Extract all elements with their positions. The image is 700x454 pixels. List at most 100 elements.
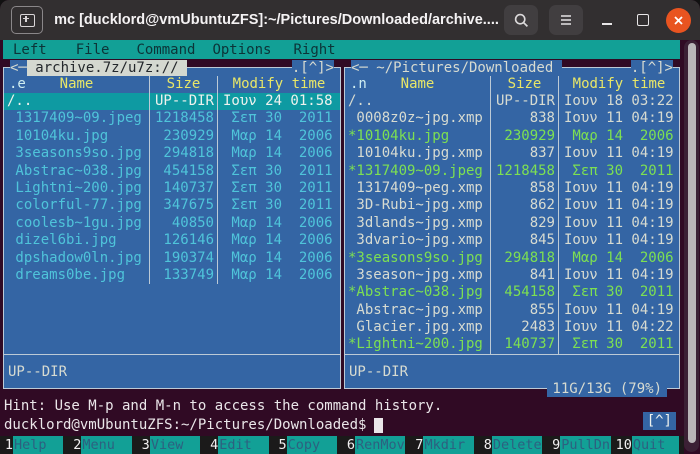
file-name: colorful-77.jpg xyxy=(7,197,142,214)
function-key-button[interactable]: 3 View xyxy=(137,436,205,454)
new-tab-button[interactable] xyxy=(11,6,43,34)
file-row[interactable]: 10104ku.jpg.xmp 837 Ιουν 11 04:19 xyxy=(345,145,679,163)
hamburger-menu-icon xyxy=(561,15,571,25)
minimize-button[interactable] xyxy=(594,7,620,33)
function-key-button[interactable]: 4 Edit xyxy=(205,436,273,454)
file-row[interactable]: 3dvario~jpg.xmp 845 Ιουν 11 04:19 xyxy=(345,232,679,250)
file-date: Ιουν 11 04:19 xyxy=(558,301,679,320)
free-space-indicator: 11G/13G (79%) xyxy=(547,380,667,397)
panel-left-arrow-icon[interactable]: <─ xyxy=(351,59,368,76)
function-key-button[interactable]: 1 Help xyxy=(0,436,68,454)
column-header-size[interactable]: Size xyxy=(490,76,558,93)
menu-item[interactable]: Options xyxy=(212,42,271,58)
file-row[interactable]: /.. UP--DIR Ιουν 24 01:58 xyxy=(4,93,340,111)
menu-item[interactable]: Command xyxy=(136,42,195,58)
file-row[interactable]: dpshadow0ln.jpg 190374 Μαρ 14 2006 xyxy=(4,249,340,267)
file-date: Σεπ 30 2011 xyxy=(217,162,340,180)
file-date: Σεπ 30 2011 xyxy=(217,179,340,198)
function-key-button[interactable]: 5 Copy xyxy=(274,436,342,454)
close-button[interactable] xyxy=(666,7,691,33)
file-row[interactable]: *10104ku.jpg 230929 Μαρ 14 2006 xyxy=(345,127,679,146)
function-key-number: 9 xyxy=(552,437,561,453)
file-size: 454158 xyxy=(490,284,558,302)
file-row[interactable]: Abstrac~jpg.xmp 855 Ιουν 11 04:19 xyxy=(345,301,679,320)
panel-left-arrow-icon[interactable]: <─ xyxy=(10,59,27,76)
file-row[interactable]: coolesb~1gu.jpg 40850 Μαρ 14 2006 xyxy=(4,214,340,233)
file-row[interactable]: /.. UP--DIR Ιουν 18 03:22 xyxy=(345,93,679,111)
file-date: Σεπ 30 2011 xyxy=(217,197,340,215)
file-row[interactable]: 10104ku.jpg 230929 Μαρ 14 2006 xyxy=(4,127,340,146)
file-row[interactable]: *Abstrac~038.jpg 454158 Σεπ 30 2011 xyxy=(345,284,679,302)
function-key-label: Copy xyxy=(286,436,338,454)
file-row[interactable]: Glacier.jpg.xmp 2483 Ιουν 11 04:22 xyxy=(345,319,679,337)
file-name: 3seasons9so.jpg xyxy=(7,145,142,162)
column-header-name[interactable]: .n Name xyxy=(345,76,490,93)
right-panel-path[interactable]: ~/Pictures/Downloaded xyxy=(367,59,562,76)
file-name: /.. xyxy=(348,93,374,109)
file-row[interactable]: 1317409~09.jpeg 1218458 Σεπ 30 2011 xyxy=(4,110,340,128)
file-row[interactable]: 3season~jpg.xmp 841 Ιουν 11 04:19 xyxy=(345,266,679,285)
scrollbar-thumb[interactable] xyxy=(687,43,696,443)
panel-up-control[interactable]: .[^]> xyxy=(291,59,334,76)
file-name: dizel6bi.jpg xyxy=(7,232,117,249)
file-size: 841 xyxy=(490,266,558,285)
app-menu-button[interactable] xyxy=(549,5,583,35)
function-key-button[interactable]: 7 Mkdir xyxy=(410,436,478,454)
file-name: *Lightni~200.jpg xyxy=(348,336,483,353)
new-tab-icon xyxy=(19,13,35,27)
left-panel-path[interactable]: archive.7z/u7z:// xyxy=(26,59,188,76)
file-date: Ιουν 18 03:22 xyxy=(558,93,679,111)
file-name: 3dlands~jpg.xmp xyxy=(348,214,483,231)
column-header-modify[interactable]: Modify time xyxy=(217,76,340,93)
menu-item[interactable]: File xyxy=(76,42,110,58)
file-date: Μαρ 14 2006 xyxy=(217,127,340,146)
function-key-number: 5 xyxy=(278,437,287,453)
column-header-size[interactable]: Size xyxy=(149,76,217,93)
file-row[interactable]: 0008z0z~jpg.xmp 838 Ιουν 11 04:19 xyxy=(345,110,679,128)
file-row[interactable]: 3D-Rubi~jpg.xmp 862 Ιουν 11 04:19 xyxy=(345,197,679,215)
command-line[interactable]: ducklord@vmUbuntuZFS:~/Pictures/Download… xyxy=(4,417,384,433)
search-button[interactable] xyxy=(504,5,538,35)
file-name: Abstrac~038.jpg xyxy=(7,162,142,179)
file-row[interactable]: *3seasons9so.jpg 294818 Μαρ 14 2006 xyxy=(345,249,679,267)
file-date: Μαρ 14 2006 xyxy=(217,145,340,163)
function-key-number: 7 xyxy=(415,437,424,453)
function-key-number: 8 xyxy=(483,437,492,453)
function-key-label: Menu xyxy=(81,436,132,454)
function-key-button[interactable]: 6 RenMov xyxy=(342,436,410,454)
file-row[interactable]: Lightni~200.jpg 140737 Σεπ 30 2011 xyxy=(4,179,340,198)
file-row[interactable]: 3dlands~jpg.xmp 829 Ιουν 11 04:19 xyxy=(345,214,679,233)
left-column-headers: .e Name Size Modify time xyxy=(4,76,340,93)
file-size: 454158 xyxy=(149,162,217,180)
panel-up-control[interactable]: .[^]> xyxy=(630,59,673,76)
function-key-button[interactable]: 10 Quit xyxy=(616,436,684,454)
text-cursor xyxy=(374,417,384,433)
column-header-modify[interactable]: Modify time xyxy=(558,76,679,93)
scrollbar[interactable] xyxy=(684,40,699,452)
file-row[interactable]: 3seasons9so.jpg 294818 Μαρ 14 2006 xyxy=(4,145,340,163)
menu-item[interactable]: Left xyxy=(13,42,47,58)
function-key-button[interactable]: 2 Menu xyxy=(68,436,136,454)
history-up-button[interactable]: [^] xyxy=(642,412,676,430)
file-date: Μαρ 14 2006 xyxy=(217,214,340,233)
function-key-number: 4 xyxy=(210,437,219,453)
file-name: 0008z0z~jpg.xmp xyxy=(348,110,483,127)
file-row[interactable]: dreams0be.jpg 133749 Μαρ 14 2006 xyxy=(4,266,340,285)
file-row[interactable]: 1317409~peg.xmp 858 Ιουν 11 04:19 xyxy=(345,179,679,198)
menu-item[interactable]: Right xyxy=(293,42,335,58)
maximize-button[interactable] xyxy=(630,7,656,33)
file-size: 40850 xyxy=(149,214,217,233)
function-key-button[interactable]: 8 Delete xyxy=(479,436,547,454)
file-name: 10104ku.jpg.xmp xyxy=(348,145,483,162)
column-header-name[interactable]: .e Name xyxy=(4,76,149,93)
file-row[interactable]: *1317409~09.jpeg 1218458 Σεπ 30 2011 xyxy=(345,162,679,180)
file-row[interactable]: dizel6bi.jpg 126146 Μαρ 14 2006 xyxy=(4,232,340,250)
file-name: dreams0be.jpg xyxy=(7,266,126,283)
function-key-button[interactable]: 9 PullDn xyxy=(547,436,615,454)
file-size: 829 xyxy=(490,214,558,233)
terminal-window: mc [ducklord@vmUbuntuZFS]:~/Pictures/Dow… xyxy=(0,0,700,454)
file-row[interactable]: Abstrac~038.jpg 454158 Σεπ 30 2011 xyxy=(4,162,340,180)
file-row[interactable]: colorful-77.jpg 347675 Σεπ 30 2011 xyxy=(4,197,340,215)
file-name: *Abstrac~038.jpg xyxy=(348,284,483,301)
file-row[interactable]: *Lightni~200.jpg 140737 Σεπ 30 2011 xyxy=(345,336,679,354)
